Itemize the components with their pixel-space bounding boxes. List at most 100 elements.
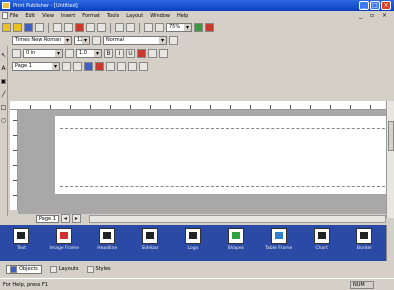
oval-tool-icon[interactable]	[117, 62, 126, 71]
size-combo[interactable]: 12	[74, 36, 90, 45]
image-tool-icon[interactable]	[73, 62, 82, 71]
page-combo[interactable]: Page 1	[12, 62, 60, 71]
gallery-item[interactable]: Logo	[174, 228, 212, 251]
rectangle-tool-icon[interactable]	[106, 62, 115, 71]
paste-icon[interactable]	[97, 23, 106, 32]
align-left-icon[interactable]	[148, 49, 157, 58]
prev-page-icon[interactable]: ◂	[60, 214, 70, 223]
border-icon	[356, 228, 373, 244]
redo-icon[interactable]	[126, 23, 135, 32]
cut-icon[interactable]	[75, 23, 84, 32]
menu-file[interactable]: File	[10, 13, 18, 19]
scroll-thumb[interactable]	[388, 121, 394, 151]
menu-window[interactable]: Window	[150, 13, 170, 19]
gallery-item[interactable]: Chart	[303, 228, 341, 251]
zoom-combo[interactable]: 75%	[166, 23, 192, 32]
underline-icon[interactable]: U	[126, 49, 135, 58]
mdi-controls[interactable]: _ ▫ ×	[359, 12, 390, 19]
gallery-label: Headline	[97, 246, 118, 251]
vertical-scrollbar[interactable]	[386, 101, 394, 218]
box-draw-icon[interactable]: □	[0, 104, 7, 111]
line-draw-icon[interactable]: ╱	[0, 91, 7, 98]
font-color-icon[interactable]	[169, 36, 178, 45]
minimize-button[interactable]: _	[359, 1, 369, 10]
tab-layouts[interactable]: Layouts	[49, 265, 79, 273]
logo-icon	[184, 228, 201, 244]
highlight-icon[interactable]	[137, 49, 146, 58]
menu-format[interactable]: Format	[82, 13, 100, 19]
maximize-button[interactable]: □	[370, 1, 380, 10]
gallery-item[interactable]: Border	[345, 228, 383, 251]
bold-icon[interactable]: B	[104, 49, 113, 58]
text-tool-icon[interactable]	[62, 62, 71, 71]
align-center-icon[interactable]	[159, 49, 168, 58]
menu-edit[interactable]: Edit	[25, 13, 35, 19]
window-title: Print Publisher - [Untitled]	[13, 2, 78, 9]
font-combo[interactable]: Times New Roman	[12, 36, 72, 45]
picture-tool-icon[interactable]: ▣	[0, 78, 7, 85]
save-icon[interactable]	[24, 23, 33, 32]
title-bar: Print Publisher - [Untitled] _ □ ×	[0, 0, 394, 11]
object-gallery: Text Image Frame Headline Sidebar Logo S…	[0, 225, 386, 261]
standard-toolbar: 75%	[0, 21, 214, 34]
gallery-label: Border	[356, 246, 372, 251]
indent-combo[interactable]: 0 in	[23, 49, 63, 58]
gallery-label: Text	[16, 246, 26, 251]
next-page-icon[interactable]: ▸	[71, 214, 81, 223]
image-frame-icon	[56, 228, 73, 244]
send-back-icon[interactable]	[139, 62, 148, 71]
columns-icon[interactable]	[155, 23, 164, 32]
text-frame-tool-icon[interactable]: A	[0, 65, 7, 72]
objects-tab-icon	[10, 265, 17, 273]
copy-icon[interactable]	[86, 23, 95, 32]
gallery-item[interactable]: Headline	[88, 228, 126, 251]
sidebar-icon	[142, 228, 159, 244]
gallery-item[interactable]: Sidebar	[131, 228, 169, 251]
document-page[interactable]	[55, 116, 394, 194]
gallery-label: Table Frame	[265, 246, 293, 251]
style-combo[interactable]: Normal	[103, 36, 167, 45]
gallery-item[interactable]: Text	[2, 228, 40, 251]
ellipse-draw-icon[interactable]: ○	[0, 117, 7, 124]
paragraph-icon[interactable]	[12, 49, 21, 58]
document-icon[interactable]	[2, 12, 8, 19]
vertical-ruler	[10, 110, 18, 210]
new-icon[interactable]	[2, 23, 11, 32]
print-preview-icon[interactable]	[53, 23, 62, 32]
table-icon[interactable]	[144, 23, 153, 32]
line-tool-icon[interactable]	[95, 62, 104, 71]
tab-label: Styles	[95, 266, 111, 272]
menu-view[interactable]: View	[42, 13, 54, 19]
gallery-scrollbar[interactable]	[386, 225, 394, 261]
help-icon[interactable]	[205, 23, 214, 32]
tab-styles[interactable]: Styles	[86, 265, 111, 273]
app-icon	[2, 2, 10, 9]
italic-icon[interactable]: I	[115, 49, 124, 58]
print-icon[interactable]	[35, 23, 44, 32]
close-button[interactable]: ×	[381, 1, 391, 10]
menu-help[interactable]: Help	[177, 13, 188, 19]
tab-label: Layouts	[58, 266, 79, 272]
gallery-item[interactable]: Image Frame	[45, 228, 83, 251]
document-workspace[interactable]	[18, 110, 394, 214]
page-tab[interactable]: Page 1	[36, 214, 59, 223]
chart-icon	[313, 228, 330, 244]
web-icon[interactable]	[194, 23, 203, 32]
undo-icon[interactable]	[115, 23, 124, 32]
bring-front-icon[interactable]	[128, 62, 137, 71]
gallery-item[interactable]: Shapes	[217, 228, 255, 251]
pointer-tool-icon[interactable]: ↖	[0, 52, 7, 59]
open-icon[interactable]	[13, 23, 22, 32]
spell-check-icon[interactable]	[64, 23, 73, 32]
tab-objects[interactable]: Objects	[6, 264, 42, 274]
gallery-item[interactable]: Table Frame	[260, 228, 298, 251]
spacing-icon[interactable]	[65, 49, 74, 58]
grow-font-icon[interactable]	[92, 36, 101, 45]
menu-layout[interactable]: Layout	[126, 13, 143, 19]
frame-tool-icon[interactable]	[84, 62, 93, 71]
menu-insert[interactable]: Insert	[61, 13, 75, 19]
horizontal-scrollbar[interactable]	[88, 214, 386, 223]
spacing-combo[interactable]: 1.0	[76, 49, 102, 58]
layouts-tab-icon	[49, 265, 57, 273]
menu-tools[interactable]: Tools	[107, 13, 119, 19]
